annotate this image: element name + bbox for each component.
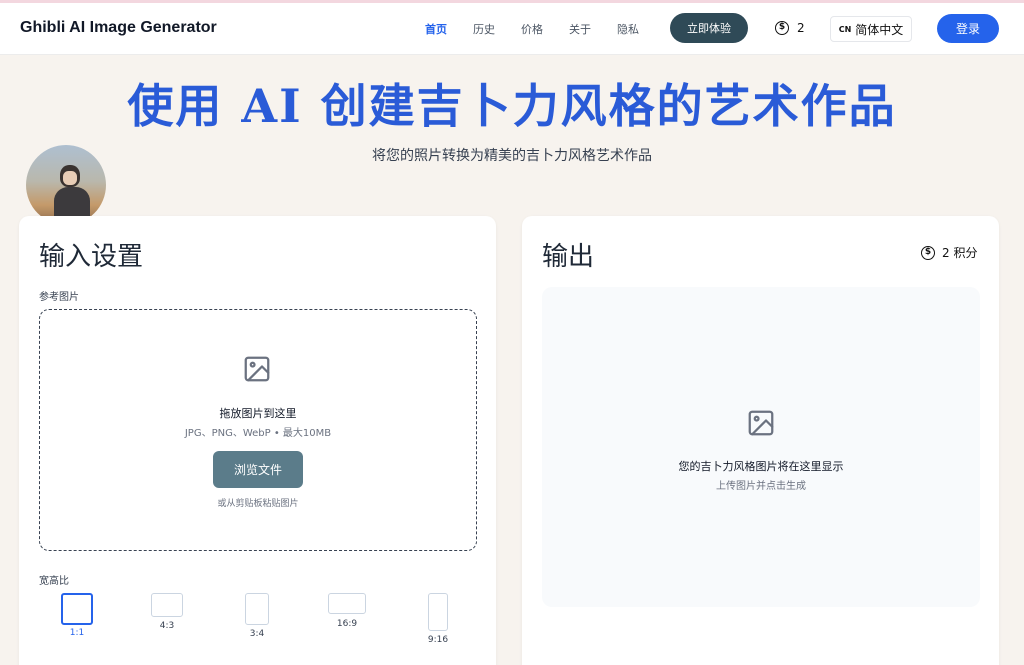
ratio-option-9-16[interactable]: 9:16 [418,593,458,649]
reference-image-label: 参考图片 [39,292,79,303]
language-selector[interactable]: CN 简体中文 [830,16,912,42]
language-flag-code: CN [838,24,852,34]
dollar-coin-icon: $ [921,245,935,260]
output-title: 输出 [542,242,595,272]
user-avatar [26,145,106,225]
browse-files-button[interactable]: 浏览文件 [213,451,303,488]
paste-hint: 或从剪贴板粘贴图片 [217,499,299,509]
ratio-option-16-9[interactable]: 16:9 [326,593,368,643]
nav-pricing[interactable]: 价格 [521,21,543,37]
try-now-button[interactable]: 立即体验 [670,13,748,43]
header-credits-count: 2 [797,21,805,35]
ratio-option-3-4[interactable]: 3:4 [237,593,277,643]
top-nav-bar: Ghibli AI Image Generator 首页 历史 价格 关于 隐私… [0,3,1024,55]
ratio-1-1-label: 1:1 [69,628,85,638]
dollar-coin-icon: $ [775,21,789,35]
output-credits-text: 2 积分 [942,246,978,260]
nav-about[interactable]: 关于 [569,21,591,37]
ratio-3-4-label: 3:4 [249,629,265,639]
nav-history[interactable]: 历史 [473,21,495,37]
hero-title: 使用 AI 创建吉卜力风格的艺术作品 [127,79,897,133]
image-icon [748,410,774,436]
ratio-3-4-shape [245,593,269,625]
ratio-1-1-shape [61,593,93,625]
output-placeholder-subtitle: 上传图片并点击生成 [716,481,806,492]
output-placeholder-title: 您的吉卜力风格图片将在这里显示 [678,460,844,473]
input-settings-title: 输入设置 [39,242,144,272]
output-preview-area: 您的吉卜力风格图片将在这里显示 上传图片并点击生成 [542,287,980,607]
output-card: 输出 $ 2 积分 您的吉卜力风格图片将在这里显示 上传图片并点击生成 [522,216,999,665]
ratio-4-3-label: 4:3 [159,621,175,631]
dropzone-formats: JPG、PNG、WebP • 最大10MB [184,428,332,439]
ratio-16-9-shape [328,593,366,614]
main-nav: 首页 历史 价格 关于 隐私 [425,21,639,37]
dropzone-title: 拖放图片到这里 [219,407,297,420]
aspect-ratio-label: 宽高比 [39,576,69,587]
input-settings-card: 输入设置 参考图片 拖放图片到这里 JPG、PNG、WebP • 最大10MB … [19,216,496,665]
brand-logo-text[interactable]: Ghibli AI Image Generator [20,19,217,37]
ratio-9-16-shape [428,593,448,631]
output-credits: $ 2 积分 [921,244,977,261]
ratio-4-3-shape [151,593,183,617]
ratio-9-16-label: 9:16 [427,635,449,645]
header-credits: $ 2 [775,21,805,35]
image-dropzone[interactable]: 拖放图片到这里 JPG、PNG、WebP • 最大10MB 浏览文件 或从剪贴板… [39,309,477,551]
image-icon [244,356,270,382]
ratio-option-4-3[interactable]: 4:3 [147,593,187,643]
language-label: 简体中文 [855,22,904,37]
login-button[interactable]: 登录 [937,14,999,43]
nav-home[interactable]: 首页 [425,21,447,37]
ratio-16-9-label: 16:9 [336,619,358,629]
hero-subtitle: 将您的照片转换为精美的吉卜力风格艺术作品 [372,148,652,164]
nav-privacy[interactable]: 隐私 [617,21,639,37]
ratio-option-1-1[interactable]: 1:1 [57,593,97,643]
